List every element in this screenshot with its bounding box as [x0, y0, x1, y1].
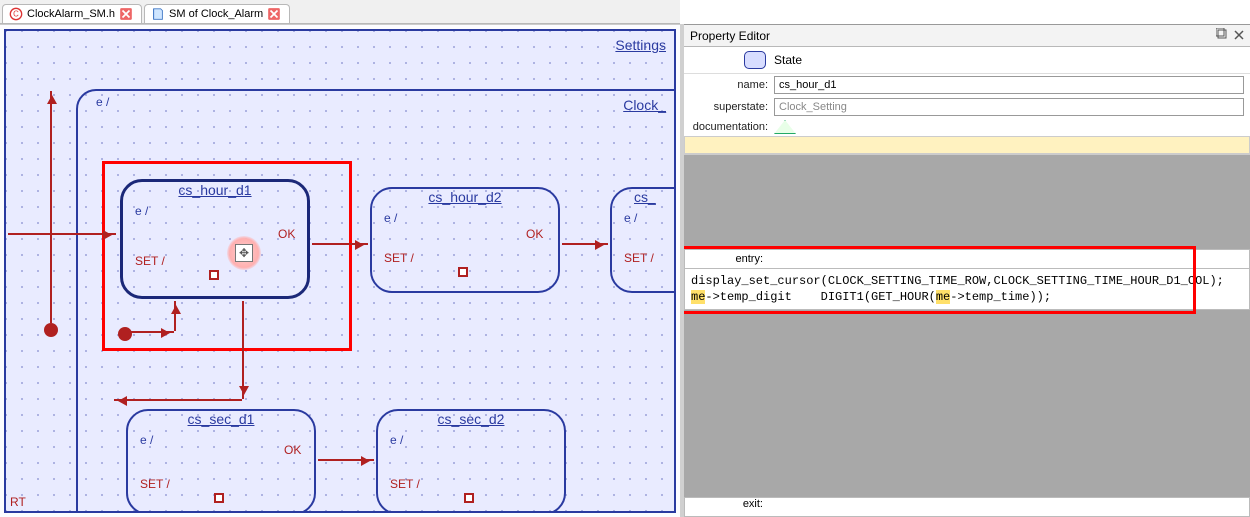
- self-transition-port[interactable]: [458, 267, 468, 277]
- self-transition-port[interactable]: [214, 493, 224, 503]
- transition-label-set: SET /: [624, 251, 654, 265]
- transition[interactable]: [174, 301, 176, 331]
- move-cursor-icon: ✥: [227, 236, 261, 270]
- tab-clockalarm-h[interactable]: C ClockAlarm_SM.h: [2, 4, 142, 23]
- tab-label: SM of Clock_Alarm: [169, 8, 263, 20]
- state-cs-sec-d1[interactable]: cs_sec_d1 e / SET /: [126, 409, 316, 513]
- transition-label-ok: OK: [526, 227, 543, 241]
- state-entry-action: e /: [624, 211, 637, 225]
- name-label: name:: [690, 79, 774, 91]
- transition-segment: [124, 331, 174, 333]
- superstate-label: superstate:: [690, 101, 774, 113]
- svg-text:C: C: [13, 10, 19, 19]
- element-kind-row: State: [684, 47, 1250, 74]
- state-entry-action: e /: [140, 433, 153, 447]
- superstate-row: superstate:: [684, 96, 1250, 118]
- documentation-row: documentation:: [684, 118, 1250, 136]
- undock-icon[interactable]: [1216, 28, 1228, 43]
- element-kind-label: State: [774, 53, 802, 67]
- documentation-text-area[interactable]: [684, 136, 1250, 154]
- documentation-label: documentation:: [690, 121, 774, 133]
- self-transition-port[interactable]: [209, 270, 219, 280]
- sm-file-icon: [151, 7, 165, 21]
- state-cs-sec-d2[interactable]: cs_sec_d2 e / SET /: [376, 409, 566, 513]
- panel-title: Property Editor: [690, 29, 770, 43]
- state-entry-action: e /: [96, 95, 109, 109]
- state-machine-canvas[interactable]: Settings Clock_ e / cs_hour_d1 e / SET /…: [0, 24, 680, 517]
- highlight-rectangle: [684, 246, 1196, 314]
- c-file-icon: C: [9, 7, 23, 21]
- state-cs-partial[interactable]: cs_ e / SET /: [610, 187, 676, 293]
- exit-input[interactable]: [769, 498, 1249, 516]
- exit-row: exit:: [684, 497, 1250, 517]
- editor-tabs: C ClockAlarm_SM.h SM of Clock_Alarm: [0, 0, 680, 24]
- transition[interactable]: [242, 301, 244, 399]
- rt-label: RT: [10, 495, 26, 509]
- transition[interactable]: [50, 91, 52, 323]
- transition[interactable]: [8, 233, 116, 235]
- state-kind-icon: [744, 51, 766, 69]
- state-title: cs_hour_d2: [372, 187, 558, 207]
- name-input[interactable]: [774, 76, 1244, 94]
- state-title: cs_hour_d1: [123, 180, 307, 200]
- tab-label: ClockAlarm_SM.h: [27, 8, 115, 20]
- documentation-toggle-icon[interactable]: [774, 120, 796, 134]
- transition-segment: [114, 399, 242, 401]
- settings-label: Settings: [615, 37, 666, 53]
- self-transition-port[interactable]: [464, 493, 474, 503]
- state-entry-action: e /: [135, 204, 148, 218]
- state-title: cs_: [634, 187, 676, 207]
- transition[interactable]: [562, 243, 608, 245]
- name-row: name:: [684, 74, 1250, 96]
- initial-pseudostate[interactable]: [118, 327, 132, 341]
- superstate-input: [774, 98, 1244, 116]
- initial-pseudostate[interactable]: [44, 323, 58, 337]
- close-icon[interactable]: [267, 7, 281, 21]
- transition-label-set: SET /: [135, 254, 165, 268]
- close-icon[interactable]: [1234, 29, 1244, 43]
- transition-label-ok: OK: [284, 443, 301, 457]
- transition-label-set: SET /: [390, 477, 420, 491]
- state-title: cs_sec_d1: [128, 409, 314, 429]
- transition[interactable]: [312, 243, 368, 245]
- transition-label-set: SET /: [140, 477, 170, 491]
- state-title: cs_sec_d2: [378, 409, 564, 429]
- property-editor-header: Property Editor: [684, 25, 1250, 47]
- exit-label: exit:: [685, 498, 769, 516]
- transition-label-set: SET /: [384, 251, 414, 265]
- transition-label-ok: OK: [278, 227, 295, 241]
- state-entry-action: e /: [390, 433, 403, 447]
- close-icon[interactable]: [119, 7, 133, 21]
- state-entry-action: e /: [384, 211, 397, 225]
- tab-sm-clock-alarm[interactable]: SM of Clock_Alarm: [144, 4, 290, 23]
- transition[interactable]: [318, 459, 374, 461]
- property-editor-panel: Property Editor State name: superstate: …: [684, 24, 1250, 517]
